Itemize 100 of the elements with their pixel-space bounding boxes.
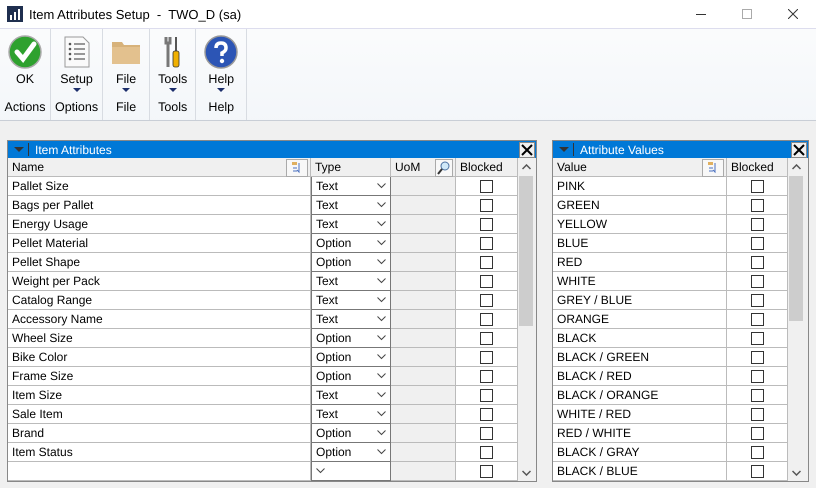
checkbox[interactable] bbox=[480, 446, 493, 458]
chevron-icon bbox=[377, 240, 386, 246]
ribbon-button[interactable]: Setup bbox=[51, 29, 102, 100]
checkbox[interactable] bbox=[750, 388, 764, 402]
type-dropdown[interactable]: Option bbox=[311, 348, 391, 367]
scroll-down-icon[interactable] bbox=[792, 470, 800, 476]
checkbox[interactable] bbox=[480, 332, 493, 344]
checkbox[interactable] bbox=[750, 408, 764, 420]
cell-text: Pellet Material bbox=[12, 236, 88, 250]
chevron-icon bbox=[377, 183, 386, 189]
table-cell: BLACK / BLUE bbox=[557, 464, 638, 478]
group-label: Actions bbox=[4, 100, 46, 116]
close-icon bbox=[788, 9, 798, 19]
checkbox[interactable] bbox=[480, 180, 493, 192]
scroll-up-icon[interactable] bbox=[792, 164, 800, 170]
table-cell: RED bbox=[557, 255, 582, 269]
checkbox[interactable] bbox=[480, 464, 493, 478]
type-dropdown[interactable]: Text bbox=[311, 310, 391, 329]
table-cell: BLACK / ORANGE bbox=[557, 388, 658, 402]
table-cell: PINK bbox=[557, 179, 586, 193]
checkbox[interactable] bbox=[750, 426, 764, 440]
window-title: Item Attributes Setup - TWO_D (sa) bbox=[29, 6, 242, 22]
table-cell: WHITE bbox=[557, 274, 596, 288]
column-header: Value bbox=[557, 160, 587, 174]
help-icon bbox=[204, 35, 238, 69]
close-button[interactable] bbox=[519, 142, 535, 158]
checkbox[interactable] bbox=[750, 464, 764, 478]
sort-icon[interactable] bbox=[702, 159, 724, 177]
sort-icon[interactable] bbox=[286, 159, 308, 177]
scroll-thumb[interactable] bbox=[519, 176, 533, 326]
checkbox[interactable] bbox=[750, 294, 764, 306]
checkbox[interactable] bbox=[480, 312, 493, 326]
scroll-up-icon[interactable] bbox=[522, 164, 530, 170]
checkbox[interactable] bbox=[480, 218, 493, 230]
type-dropdown[interactable]: Option bbox=[311, 443, 391, 462]
close-button[interactable] bbox=[791, 142, 807, 158]
type-dropdown[interactable]: Text bbox=[311, 215, 391, 234]
table-cell: BLACK bbox=[557, 331, 596, 345]
checkbox[interactable] bbox=[480, 274, 493, 288]
checkbox[interactable] bbox=[480, 388, 493, 402]
list-icon bbox=[64, 36, 90, 68]
lookup-icon[interactable] bbox=[435, 159, 453, 177]
checkbox[interactable] bbox=[480, 198, 493, 212]
table-cell: RED / WHITE bbox=[557, 426, 631, 440]
checkbox[interactable] bbox=[750, 332, 764, 344]
checkbox[interactable] bbox=[480, 426, 493, 440]
column-header: Type bbox=[315, 160, 342, 174]
checkbox[interactable] bbox=[480, 408, 493, 420]
table-cell: WHITE / RED bbox=[557, 407, 631, 421]
checkbox[interactable] bbox=[750, 274, 764, 288]
chevron-icon bbox=[377, 392, 386, 398]
type-dropdown[interactable]: Option bbox=[311, 424, 391, 443]
checkbox[interactable] bbox=[750, 236, 764, 250]
checkbox[interactable] bbox=[750, 350, 764, 364]
ribbon-button[interactable]: Help bbox=[196, 29, 246, 100]
checkbox[interactable] bbox=[750, 198, 764, 212]
checkbox[interactable] bbox=[480, 294, 493, 306]
type-dropdown[interactable]: Text bbox=[311, 405, 391, 424]
dropdown-icon bbox=[217, 88, 226, 92]
checkbox[interactable] bbox=[480, 370, 493, 382]
type-dropdown[interactable]: Text bbox=[311, 177, 391, 196]
panel-title: Attribute Values bbox=[580, 142, 665, 156]
checkbox[interactable] bbox=[750, 180, 764, 192]
chevron-icon bbox=[377, 316, 386, 322]
cell-text: Item Size bbox=[12, 388, 62, 402]
ribbon-button[interactable]: OK bbox=[0, 29, 50, 100]
table-cell: BLACK / GRAY bbox=[557, 445, 640, 459]
table-cell: GREEN bbox=[557, 198, 600, 212]
checkbox[interactable] bbox=[480, 350, 493, 364]
checkbox[interactable] bbox=[750, 312, 764, 326]
chevron-icon bbox=[377, 202, 386, 208]
table-cell: BLACK / GREEN bbox=[557, 350, 650, 364]
table-cell: ORANGE bbox=[557, 312, 610, 326]
dropdown-icon bbox=[72, 88, 81, 92]
type-dropdown[interactable]: Text bbox=[311, 291, 391, 310]
checkbox[interactable] bbox=[750, 256, 764, 268]
checkbox[interactable] bbox=[480, 256, 493, 268]
ribbon-button[interactable]: Tools bbox=[150, 29, 196, 100]
type-dropdown[interactable]: Option bbox=[311, 234, 391, 253]
scroll-down-icon[interactable] bbox=[522, 470, 530, 476]
checkbox[interactable] bbox=[480, 236, 493, 250]
scroll-thumb[interactable] bbox=[789, 176, 803, 321]
checkbox[interactable] bbox=[750, 446, 764, 458]
group-label: Options bbox=[54, 100, 100, 116]
column-header: Name bbox=[12, 160, 44, 174]
type-dropdown[interactable]: Text bbox=[311, 386, 391, 405]
type-dropdown[interactable] bbox=[311, 462, 391, 481]
checkmark-icon bbox=[8, 35, 42, 69]
checkbox[interactable] bbox=[750, 218, 764, 230]
type-dropdown[interactable]: Option bbox=[311, 367, 391, 386]
cell-text: Item Status bbox=[12, 445, 73, 459]
cell-text: Accessory Name bbox=[12, 312, 103, 326]
type-dropdown[interactable]: Option bbox=[311, 329, 391, 348]
checkbox[interactable] bbox=[750, 370, 764, 382]
ribbon-button[interactable]: File bbox=[103, 29, 150, 100]
type-dropdown[interactable]: Option bbox=[311, 253, 391, 272]
type-dropdown[interactable]: Text bbox=[311, 196, 391, 215]
cell-text: Bike Color bbox=[12, 350, 68, 364]
maximize-icon bbox=[742, 9, 752, 19]
type-dropdown[interactable]: Text bbox=[311, 272, 391, 291]
